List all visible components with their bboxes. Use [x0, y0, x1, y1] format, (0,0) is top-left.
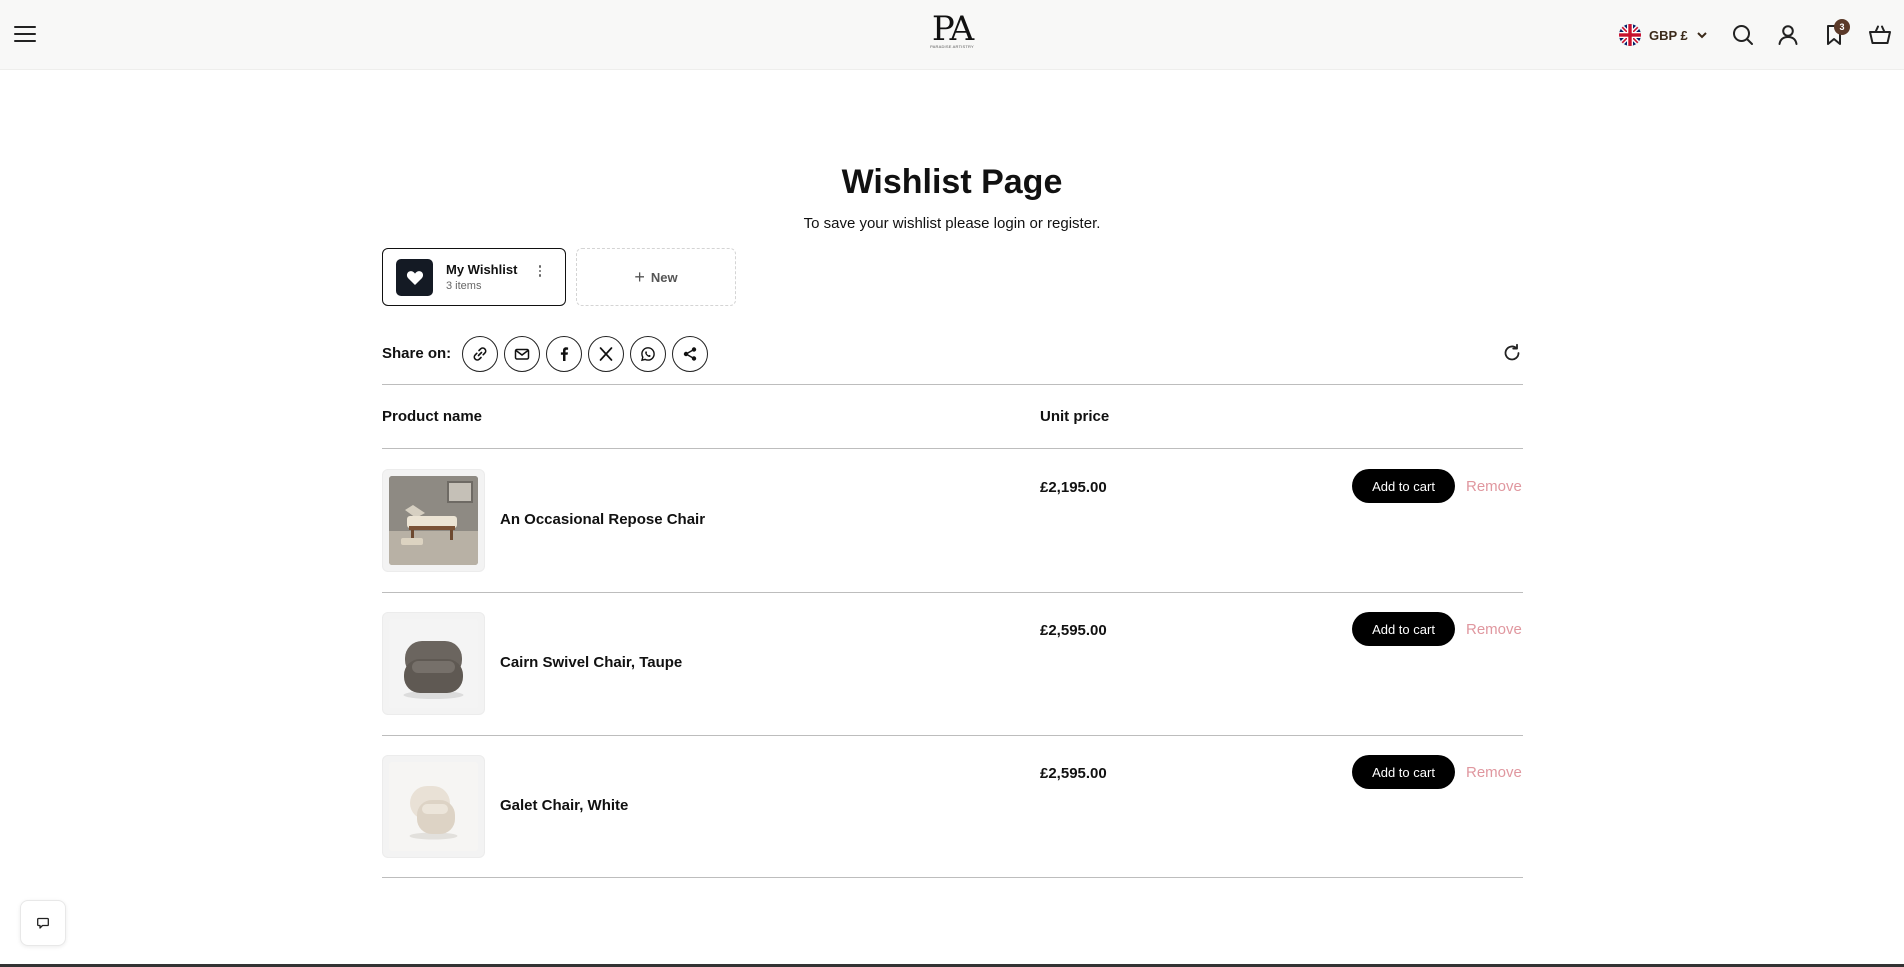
- wishlist-item-count: 3 items: [446, 280, 482, 292]
- menu-icon[interactable]: [14, 26, 36, 43]
- logo-mark: PA: [931, 9, 974, 49]
- product-price: £2,595.00: [1040, 622, 1107, 639]
- add-to-cart-button[interactable]: Add to cart: [1352, 755, 1455, 789]
- share-label: Share on:: [382, 345, 452, 362]
- share-facebook-button[interactable]: [546, 336, 582, 372]
- divider: [382, 384, 1523, 385]
- plus-icon: +: [634, 266, 645, 287]
- refresh-icon[interactable]: [1500, 341, 1524, 365]
- wishlist-card-my-wishlist[interactable]: My Wishlist 3 items: [382, 248, 566, 306]
- product-thumbnail[interactable]: [382, 612, 485, 715]
- link-icon: [473, 347, 487, 361]
- product-price: £2,195.00: [1040, 479, 1107, 496]
- share-x-button[interactable]: [588, 336, 624, 372]
- heart-icon: [396, 259, 433, 296]
- product-name[interactable]: Cairn Swivel Chair, Taupe: [500, 654, 682, 671]
- basket-icon[interactable]: [1867, 22, 1893, 48]
- uk-flag-icon: [1619, 24, 1641, 46]
- more-options-icon[interactable]: [533, 263, 547, 283]
- remove-button[interactable]: Remove: [1466, 764, 1522, 781]
- product-thumbnail[interactable]: [382, 469, 485, 572]
- add-to-cart-button[interactable]: Add to cart: [1352, 469, 1455, 503]
- logo-subtext: PARADISE ARTISTRY: [930, 44, 974, 49]
- product-image-cairn-chair: [389, 619, 478, 708]
- column-header-price: Unit price: [1040, 408, 1110, 425]
- table-row: Cairn Swivel Chair, Taupe £2,595.00 Add …: [382, 592, 1523, 735]
- chevron-down-icon: [1697, 32, 1707, 39]
- add-to-cart-button[interactable]: Add to cart: [1352, 612, 1455, 646]
- wishlist-count-badge: 3: [1834, 19, 1850, 35]
- site-logo[interactable]: PA PARADISE ARTISTRY: [928, 9, 976, 54]
- wishlist-name: My Wishlist: [446, 262, 518, 277]
- table-row: Galet Chair, White £2,595.00 Add to cart…: [382, 735, 1523, 878]
- product-name[interactable]: Galet Chair, White: [500, 797, 628, 814]
- currency-selector[interactable]: GBP £: [1619, 24, 1708, 46]
- remove-button[interactable]: Remove: [1466, 621, 1522, 638]
- x-icon: [599, 347, 613, 361]
- email-icon: [514, 348, 530, 360]
- divider: [382, 877, 1523, 878]
- search-icon[interactable]: [1730, 22, 1756, 48]
- site-header: PA PARADISE ARTISTRY GBP £ 3: [0, 0, 1904, 70]
- table-row: An Occasional Repose Chair £2,195.00 Add…: [382, 449, 1523, 592]
- page-title: Wishlist Page: [841, 163, 1063, 201]
- account-icon[interactable]: [1775, 22, 1801, 48]
- share-icon: [683, 347, 697, 361]
- product-thumbnail[interactable]: [382, 755, 485, 858]
- currency-label: GBP £: [1649, 27, 1688, 43]
- new-wishlist-label: New: [650, 269, 678, 285]
- product-image-galet-chair: [389, 762, 478, 851]
- share-native-button[interactable]: [672, 336, 708, 372]
- column-header-product: Product name: [382, 408, 483, 425]
- chat-icon: [37, 917, 49, 929]
- whatsapp-icon: [641, 347, 655, 362]
- chat-button[interactable]: [20, 900, 66, 946]
- product-price: £2,595.00: [1040, 765, 1107, 782]
- remove-button[interactable]: Remove: [1466, 478, 1522, 495]
- product-name[interactable]: An Occasional Repose Chair: [500, 511, 705, 528]
- facebook-icon: [560, 347, 569, 361]
- share-whatsapp-button[interactable]: [630, 336, 666, 372]
- product-image-repose-chair: [389, 476, 478, 565]
- login-prompt[interactable]: To save your wishlist please login or re…: [0, 215, 1904, 232]
- share-link-button[interactable]: [462, 336, 498, 372]
- share-email-button[interactable]: [504, 336, 540, 372]
- new-wishlist-button[interactable]: + New: [576, 248, 736, 306]
